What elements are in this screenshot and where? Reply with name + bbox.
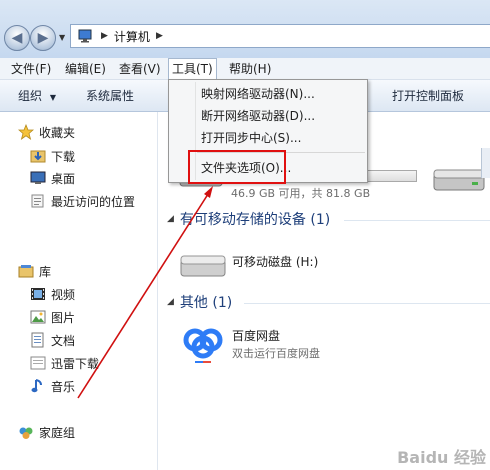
- sidebar-item-label: 最近访问的位置: [51, 194, 136, 209]
- sidebar-item-label: 音乐: [51, 379, 76, 394]
- forward-button[interactable]: ▶: [30, 25, 56, 51]
- breadcrumb-chevron-icon[interactable]: ▶: [156, 31, 163, 41]
- drive-tile-edge[interactable]: [481, 148, 490, 178]
- group-header-other[interactable]: ◢ 其他 (1): [167, 292, 232, 312]
- sidebar-item-label: 桌面: [51, 171, 76, 186]
- baidu-netdisk-name[interactable]: 百度网盘: [232, 327, 280, 344]
- video-icon: [30, 286, 46, 302]
- menu-view[interactable]: 查看(V): [116, 58, 164, 80]
- computer-icon: [78, 29, 92, 43]
- library-icon: [18, 263, 34, 279]
- watermark: Baidu 经验: [397, 448, 486, 467]
- menu-edit[interactable]: 编辑(E): [62, 58, 109, 80]
- homegroup-icon: [18, 424, 34, 440]
- sidebar-item-libraries[interactable]: 库: [18, 260, 51, 282]
- organize-button[interactable]: 组织 ▼: [18, 80, 56, 112]
- sidebar-item-label: 家庭组: [39, 425, 76, 440]
- baidu-netdisk-icon[interactable]: [181, 324, 225, 364]
- collapse-triangle-icon: ◢: [167, 297, 174, 307]
- removable-disk-icon[interactable]: [179, 250, 227, 280]
- address-bar[interactable]: ▶ 计算机 ▶: [70, 24, 490, 48]
- star-icon: [17, 123, 35, 140]
- sidebar-item-downloads[interactable]: 下载: [30, 145, 75, 167]
- menu-item-map-network-drive[interactable]: 映射网络驱动器(N)...: [201, 84, 315, 104]
- document-icon: [30, 332, 46, 348]
- download-folder-icon: [30, 148, 46, 164]
- menu-help[interactable]: 帮助(H): [226, 58, 274, 80]
- chevron-down-icon: ▼: [49, 93, 56, 102]
- organize-label: 组织: [18, 89, 43, 103]
- sidebar-item-thunder-downloads[interactable]: 迅雷下载: [30, 352, 99, 374]
- disk-free-text: 46.9 GB 可用，共 81.8 GB: [231, 187, 371, 200]
- removable-disk-name[interactable]: 可移动磁盘 (H:): [232, 253, 318, 270]
- sidebar-item-favorites[interactable]: 收藏夹: [17, 121, 76, 143]
- menu-tools[interactable]: 工具(T): [168, 58, 217, 81]
- group-header-removable[interactable]: ◢ 有可移动存储的设备 (1): [167, 209, 330, 229]
- group-divider: [344, 220, 490, 221]
- recent-places-icon: [30, 193, 46, 209]
- sidebar-item-label: 下载: [51, 149, 76, 164]
- collapse-triangle-icon: ◢: [167, 214, 174, 224]
- group-title: 有可移动存储的设备 (1): [179, 212, 331, 228]
- navigation-pane: 收藏夹 下载 桌面 最近访问的位置 库 视频 图片 文档 迅雷下载 音乐 家庭组: [0, 112, 158, 470]
- desktop-icon: [30, 170, 46, 186]
- system-properties-button[interactable]: 系统属性: [86, 80, 134, 112]
- annotation-highlight-box: [188, 150, 286, 184]
- sidebar-item-desktop[interactable]: 桌面: [30, 167, 75, 189]
- arrow-left-icon: ◀: [11, 30, 23, 46]
- back-button[interactable]: ◀: [4, 25, 30, 51]
- sidebar-item-documents[interactable]: 文档: [30, 329, 75, 351]
- baidu-netdisk-description: 双击运行百度网盘: [232, 347, 320, 360]
- folder-icon: [30, 355, 46, 371]
- group-divider: [244, 303, 490, 304]
- arrow-right-icon: ▶: [37, 30, 49, 46]
- open-control-panel-button[interactable]: 打开控制面板: [392, 80, 464, 112]
- sidebar-item-homegroup[interactable]: 家庭组: [18, 421, 75, 443]
- menu-item-disconnect-network-drive[interactable]: 断开网络驱动器(D)...: [201, 106, 315, 126]
- sidebar-item-music[interactable]: 音乐: [30, 375, 75, 397]
- sidebar-item-label: 视频: [51, 287, 76, 302]
- recent-pages-dropdown[interactable]: ▼: [59, 33, 69, 43]
- sidebar-item-videos[interactable]: 视频: [30, 283, 75, 305]
- title-bar: ◀ ▶ ▼ ▶ 计算机 ▶: [0, 0, 490, 58]
- menu-bar: 文件(F) 编辑(E) 查看(V) 工具(T) 帮助(H): [0, 58, 490, 81]
- sidebar-item-label: 文档: [51, 333, 76, 348]
- picture-icon: [30, 309, 46, 325]
- sidebar-item-label: 收藏夹: [39, 125, 76, 140]
- breadcrumb-chevron-icon[interactable]: ▶: [101, 31, 108, 41]
- group-title: 其他 (1): [179, 295, 233, 311]
- sidebar-item-label: 图片: [51, 310, 76, 325]
- sidebar-item-label: 库: [39, 264, 52, 279]
- sidebar-item-label: 迅雷下载: [51, 356, 100, 371]
- sidebar-item-pictures[interactable]: 图片: [30, 306, 75, 328]
- menu-file[interactable]: 文件(F): [8, 58, 54, 80]
- sidebar-item-recent-places[interactable]: 最近访问的位置: [30, 190, 135, 212]
- music-icon: [30, 378, 46, 394]
- menu-item-sync-center[interactable]: 打开同步中心(S)...: [201, 128, 301, 148]
- breadcrumb-computer[interactable]: 计算机: [114, 28, 150, 45]
